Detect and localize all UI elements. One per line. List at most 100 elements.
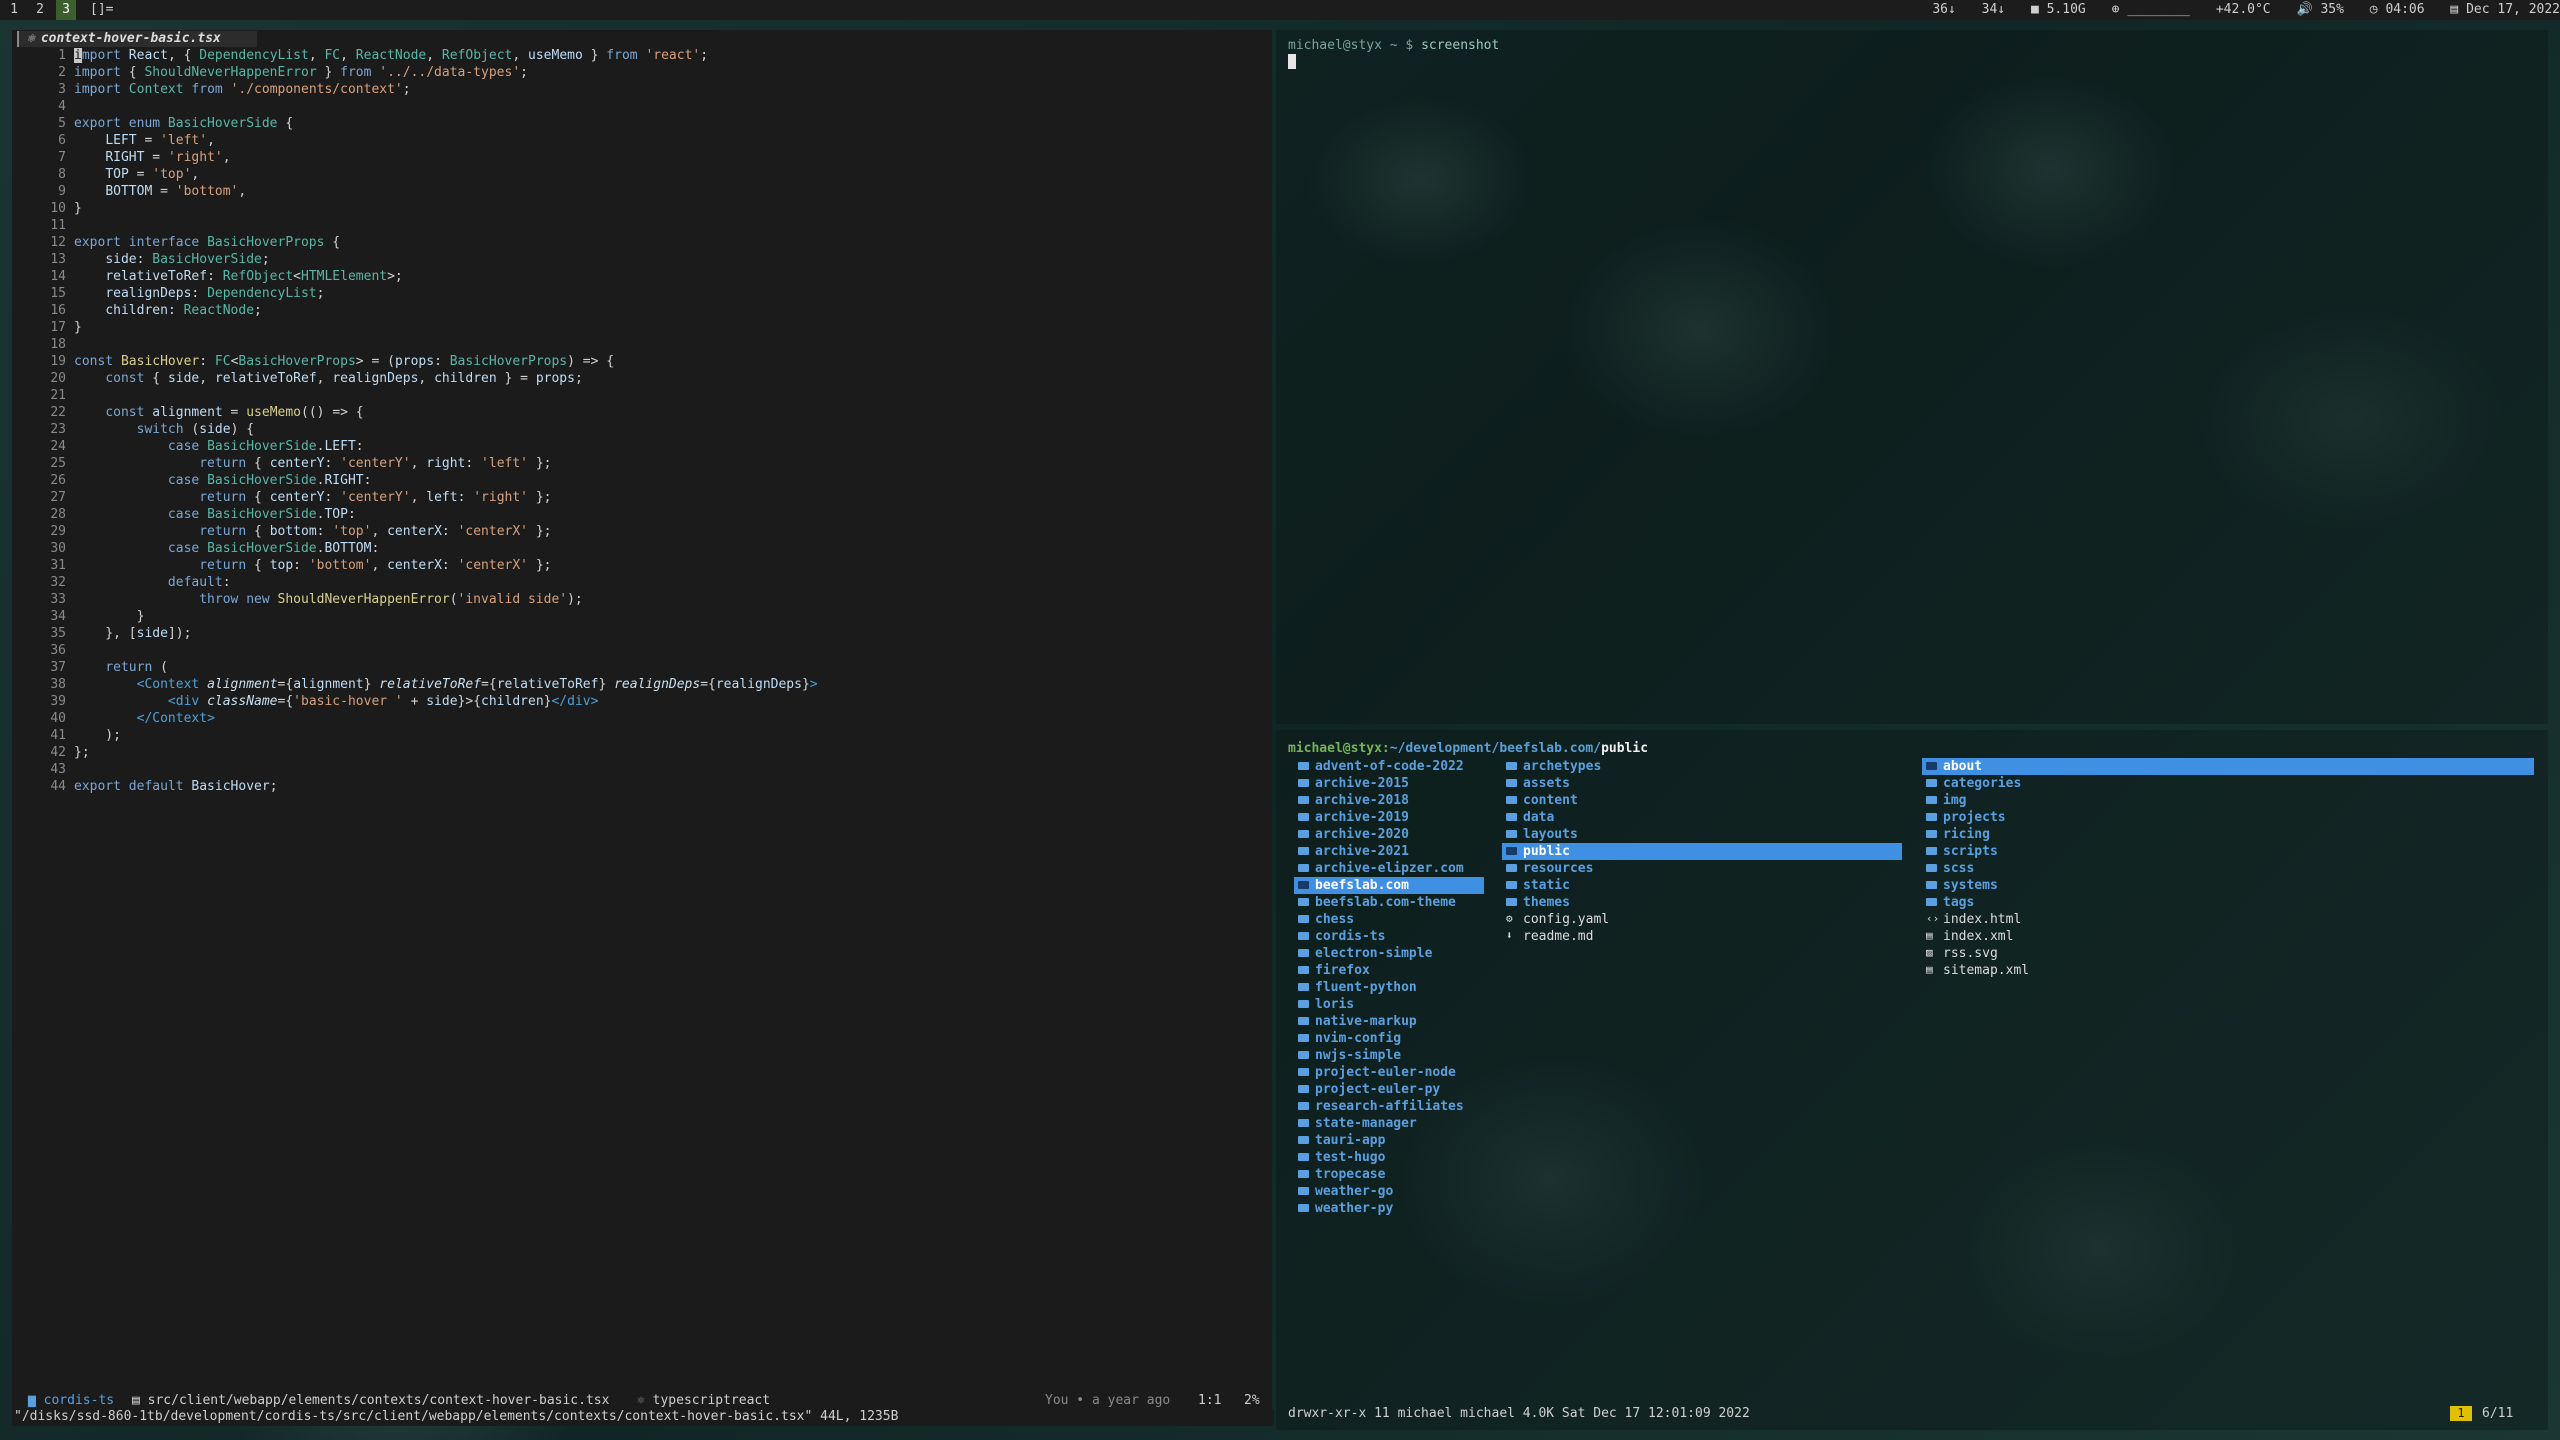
folder-item[interactable]: scss bbox=[1922, 860, 2534, 877]
folder-item[interactable]: nwjs-simple bbox=[1294, 1047, 1484, 1064]
folder-item[interactable]: data bbox=[1502, 809, 1902, 826]
folder-icon bbox=[1298, 931, 1309, 940]
folder-item[interactable]: native-markup bbox=[1294, 1013, 1484, 1030]
line-number: 1 bbox=[58, 48, 66, 63]
item-label: config.yaml bbox=[1523, 912, 1610, 927]
folder-item[interactable]: state-manager bbox=[1294, 1115, 1484, 1132]
folder-item[interactable]: electron-simple bbox=[1294, 945, 1484, 962]
folder-item[interactable]: weather-go bbox=[1294, 1183, 1484, 1200]
folder-item[interactable]: archive-2021 bbox=[1294, 843, 1484, 860]
folder-item[interactable]: beefslab.com-theme bbox=[1294, 894, 1484, 911]
folder-item[interactable]: ricing bbox=[1922, 826, 2534, 843]
item-label: data bbox=[1523, 810, 1555, 825]
folder-item[interactable]: archetypes bbox=[1502, 758, 1902, 775]
code-line: RIGHT = 'right', bbox=[105, 150, 231, 165]
folder-item[interactable]: project-euler-py bbox=[1294, 1081, 1484, 1098]
cpu-temp-1: 36↓ bbox=[1932, 2, 1956, 17]
folder-item[interactable]: projects bbox=[1922, 809, 2534, 826]
line-number: 14 bbox=[50, 269, 66, 284]
code-line: return { bottom: 'top', centerX: 'center… bbox=[199, 524, 552, 539]
folder-item[interactable]: assets bbox=[1502, 775, 1902, 792]
folder-item[interactable]: archive-2020 bbox=[1294, 826, 1484, 843]
folder-item[interactable]: tauri-app bbox=[1294, 1132, 1484, 1149]
item-label: archive-2020 bbox=[1315, 827, 1409, 842]
folder-item[interactable]: content bbox=[1502, 792, 1902, 809]
folder-item[interactable]: firefox bbox=[1294, 962, 1484, 979]
folder-icon bbox=[1298, 1152, 1309, 1161]
folder-item[interactable]: tropecase bbox=[1294, 1166, 1484, 1183]
folder-item[interactable]: beefslab.com bbox=[1294, 877, 1484, 894]
folder-icon bbox=[1298, 948, 1309, 957]
folder-item[interactable]: about bbox=[1922, 758, 2534, 775]
cpu-temp-2: 34↓ bbox=[1981, 2, 2006, 17]
preview-column[interactable]: about categories img projects ricing scripts s… bbox=[1922, 758, 2534, 979]
network-bar: ________ bbox=[2127, 2, 2191, 17]
file-icon: ‹› bbox=[1926, 912, 1940, 925]
file-manager-pane[interactable]: michael@styx:~/development/beefslab.com/… bbox=[1276, 730, 2548, 1430]
folder-item[interactable]: systems bbox=[1922, 877, 2534, 894]
folder-item[interactable]: themes bbox=[1502, 894, 1902, 911]
layout-symbol[interactable]: []= bbox=[90, 0, 113, 20]
code-line: relativeToRef: RefObject<HTMLElement>; bbox=[105, 269, 403, 284]
folder-item[interactable]: scripts bbox=[1922, 843, 2534, 860]
line-number: 3 bbox=[58, 82, 66, 97]
file-item[interactable]: ⚙ config.yaml bbox=[1502, 911, 1902, 928]
folder-item[interactable]: img bbox=[1922, 792, 2534, 809]
item-label: cordis-ts bbox=[1315, 929, 1386, 944]
editor-tab[interactable]: ⚛ context-hover-basic.tsx bbox=[17, 31, 257, 47]
command-line[interactable]: "/disks/ssd-860-1tb/development/cordis-t… bbox=[12, 1409, 1274, 1425]
folder-item[interactable]: project-euler-node bbox=[1294, 1064, 1484, 1081]
code-line: const alignment = useMemo(() => { bbox=[105, 405, 364, 420]
file-item[interactable]: ‹› index.html bbox=[1922, 911, 2534, 928]
folder-item[interactable]: loris bbox=[1294, 996, 1484, 1013]
item-label: archive-elipzer.com bbox=[1315, 861, 1464, 876]
item-label: scss bbox=[1943, 861, 1975, 876]
terminal-pane[interactable]: michael@styx ~ $ screenshot bbox=[1276, 30, 2548, 724]
workspace-2[interactable]: 2 bbox=[30, 0, 50, 20]
code-line: const BasicHover: FC<BasicHoverProps> = … bbox=[74, 354, 615, 369]
line-number: 17 bbox=[50, 320, 66, 335]
file-item[interactable]: ⬇ readme.md bbox=[1502, 928, 1902, 945]
current-directory-column[interactable]: archetypes assets content data layouts public… bbox=[1502, 758, 1902, 945]
folder-item[interactable]: fluent-python bbox=[1294, 979, 1484, 996]
workspace-3[interactable]: 3 bbox=[56, 0, 76, 20]
folder-icon bbox=[1298, 1016, 1309, 1025]
folder-item[interactable]: archive-2018 bbox=[1294, 792, 1484, 809]
folder-item[interactable]: archive-2015 bbox=[1294, 775, 1484, 792]
folder-icon bbox=[1298, 982, 1309, 991]
code-line: return { top: 'bottom', centerX: 'center… bbox=[199, 558, 552, 573]
folder-item[interactable]: public bbox=[1502, 843, 1902, 860]
volume: 🔊 35% bbox=[2296, 2, 2344, 17]
folder-item[interactable]: archive-elipzer.com bbox=[1294, 860, 1484, 877]
folder-item[interactable]: test-hugo bbox=[1294, 1149, 1484, 1166]
folder-item[interactable]: categories bbox=[1922, 775, 2534, 792]
folder-item[interactable]: static bbox=[1502, 877, 1902, 894]
file-item[interactable]: ▤ sitemap.xml bbox=[1922, 962, 2534, 979]
folder-item[interactable]: resources bbox=[1502, 860, 1902, 877]
parent-directory-column[interactable]: advent-of-code-2022 archive-2015 archive-2… bbox=[1294, 758, 1484, 1217]
folder-icon bbox=[1298, 1135, 1309, 1144]
folder-item[interactable]: research-affiliates bbox=[1294, 1098, 1484, 1115]
folder-item[interactable]: layouts bbox=[1502, 826, 1902, 843]
file-icon: ▤ bbox=[1926, 963, 1933, 976]
folder-icon bbox=[1926, 863, 1937, 872]
file-icon: ⬇ bbox=[1506, 929, 1513, 942]
folder-icon: ▆ bbox=[28, 1393, 44, 1408]
folder-icon bbox=[1298, 846, 1309, 855]
code-line: import { ShouldNeverHappenError } from '… bbox=[74, 65, 528, 80]
folder-item[interactable]: weather-py bbox=[1294, 1200, 1484, 1217]
folder-item[interactable]: nvim-config bbox=[1294, 1030, 1484, 1047]
code-line: side: BasicHoverSide; bbox=[105, 252, 270, 267]
folder-item[interactable]: chess bbox=[1294, 911, 1484, 928]
code-line: ); bbox=[74, 728, 121, 743]
workspace-1[interactable]: 1 bbox=[4, 0, 24, 20]
folder-item[interactable]: advent-of-code-2022 bbox=[1294, 758, 1484, 775]
folder-item[interactable]: archive-2019 bbox=[1294, 809, 1484, 826]
folder-item[interactable]: cordis-ts bbox=[1294, 928, 1484, 945]
line-number: 40 bbox=[50, 711, 66, 726]
file-item[interactable]: ▤ index.xml bbox=[1922, 928, 2534, 945]
folder-item[interactable]: tags bbox=[1922, 894, 2534, 911]
line-number: 16 bbox=[50, 303, 66, 318]
editor-pane[interactable]: ⚛ context-hover-basic.tsx 1 2 3 4 5 6 7 8 9 10 11 12… bbox=[12, 30, 1272, 1426]
file-item[interactable]: ▨ rss.svg bbox=[1922, 945, 2534, 962]
